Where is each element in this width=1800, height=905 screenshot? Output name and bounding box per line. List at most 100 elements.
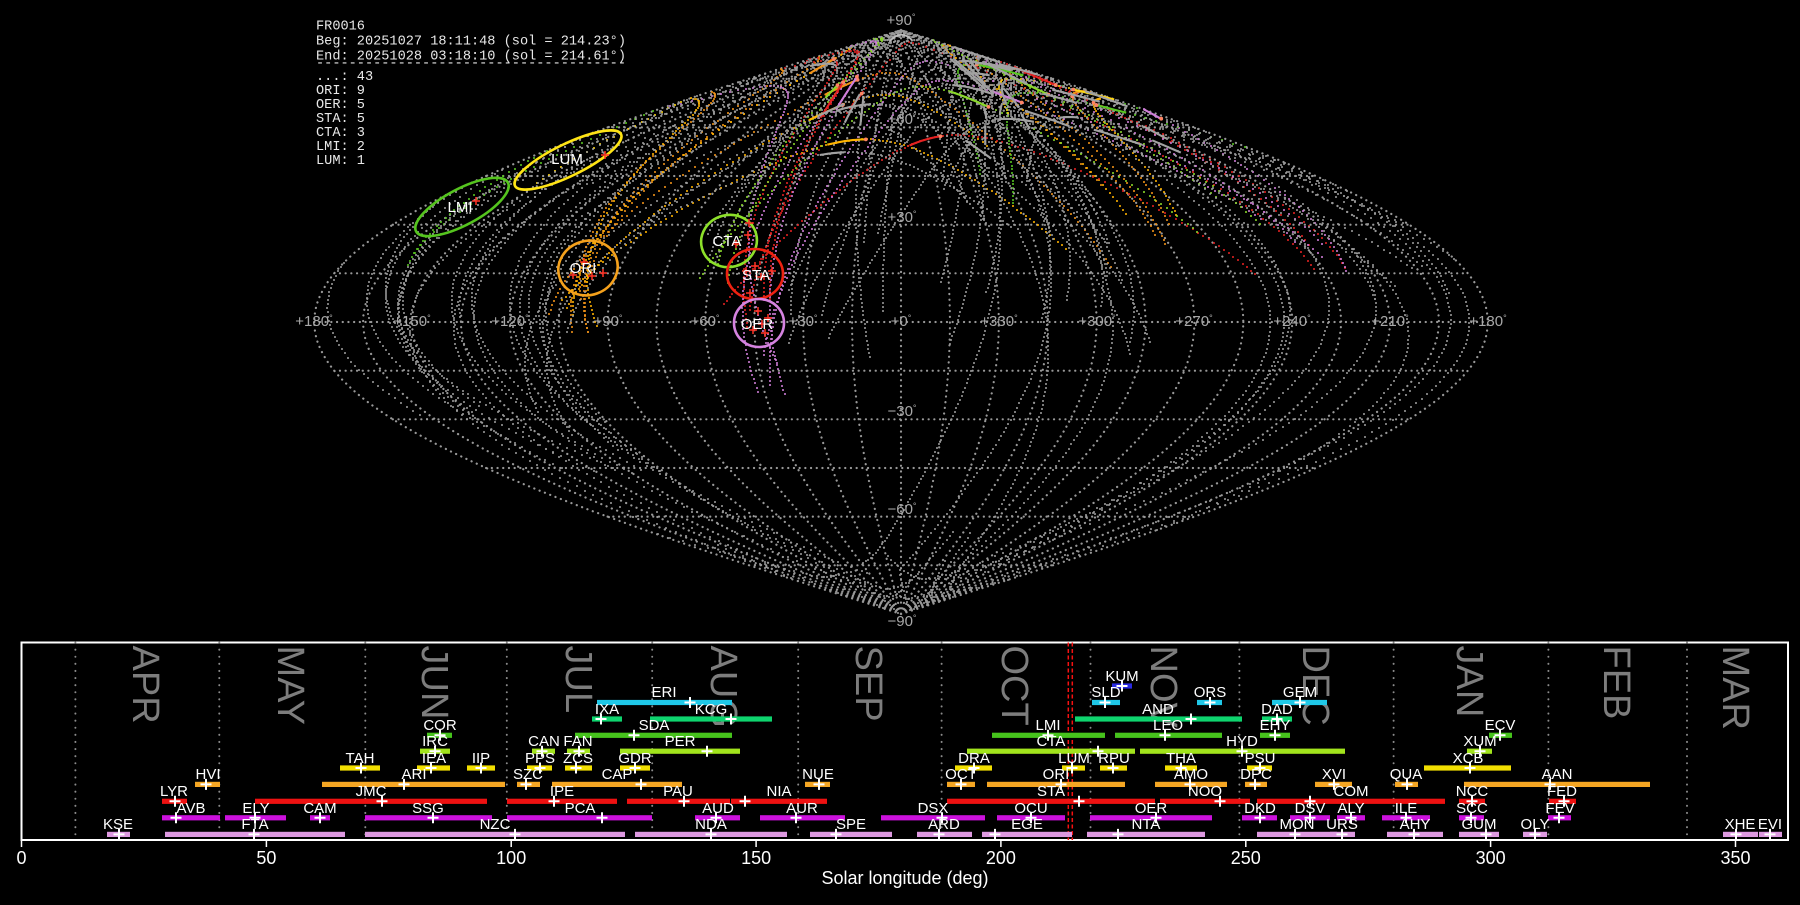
svg-text:AVB: AVB — [177, 800, 206, 817]
svg-text:DSX: DSX — [918, 800, 949, 817]
svg-text:ORI: 9: ORI: 9 — [316, 84, 365, 99]
svg-text:OCT: OCT — [993, 646, 1035, 726]
svg-text:LUM: LUM — [551, 151, 583, 168]
svg-text:DSV: DSV — [1295, 800, 1326, 817]
svg-text:IRC: IRC — [422, 733, 448, 750]
svg-text:IXA: IXA — [595, 701, 619, 718]
svg-text:ORS: ORS — [1194, 684, 1227, 701]
svg-text:FED: FED — [1547, 783, 1577, 800]
svg-text:ELY: ELY — [242, 800, 269, 817]
svg-text:EGE: EGE — [1011, 816, 1043, 833]
svg-text:XUM: XUM — [1463, 733, 1496, 750]
svg-text:150: 150 — [741, 848, 771, 868]
svg-text:SZC: SZC — [513, 766, 543, 783]
svg-text:JMC: JMC — [356, 783, 387, 800]
svg-text:MON: MON — [1280, 816, 1315, 833]
svg-text:AUR: AUR — [786, 800, 818, 817]
svg-text:CAN: CAN — [528, 733, 560, 750]
svg-text:ORI: ORI — [570, 260, 597, 277]
svg-text:HVI: HVI — [195, 766, 220, 783]
svg-text:GEM: GEM — [1283, 684, 1317, 701]
svg-text:KUM: KUM — [1105, 668, 1138, 685]
svg-text:OER: 5: OER: 5 — [316, 98, 365, 113]
svg-text:+120°: +120° — [491, 313, 529, 330]
svg-text:350: 350 — [1720, 848, 1750, 868]
svg-text:PPS: PPS — [525, 750, 555, 767]
svg-text:NTA: NTA — [1132, 816, 1161, 833]
svg-text:CTA: CTA — [713, 233, 742, 250]
svg-text:OER: OER — [1135, 800, 1168, 817]
svg-text:MAY: MAY — [269, 646, 311, 726]
svg-text:ARI: ARI — [401, 766, 426, 783]
svg-text:DAD: DAD — [1261, 701, 1293, 718]
svg-text:EHY: EHY — [1260, 717, 1291, 734]
svg-text:ECV: ECV — [1485, 717, 1516, 734]
svg-text:+150°: +150° — [393, 313, 431, 330]
svg-text:FAN: FAN — [563, 733, 592, 750]
svg-text:OCT: OCT — [945, 766, 977, 783]
svg-text:NDA: NDA — [695, 816, 727, 833]
svg-text:XVI: XVI — [1322, 766, 1346, 783]
svg-text:PCA: PCA — [565, 800, 596, 817]
svg-text:KSE: KSE — [103, 816, 133, 833]
svg-text:0: 0 — [16, 848, 26, 868]
svg-text:IIP: IIP — [472, 750, 490, 767]
svg-text:COM: COM — [1334, 783, 1369, 800]
svg-text:NOO: NOO — [1188, 783, 1222, 800]
svg-text:CTA: CTA — [1037, 733, 1066, 750]
svg-text:FEB: FEB — [1595, 646, 1637, 720]
svg-text:+90°: +90° — [886, 12, 915, 29]
svg-text:XHE: XHE — [1725, 816, 1756, 833]
svg-text:200: 200 — [986, 848, 1016, 868]
svg-text:Solar longitude (deg): Solar longitude (deg) — [821, 868, 988, 888]
svg-text:FEV: FEV — [1545, 800, 1574, 817]
svg-text:PER: PER — [665, 733, 696, 750]
svg-text:50: 50 — [256, 848, 276, 868]
svg-text:AMO: AMO — [1174, 766, 1208, 783]
svg-text:DRA: DRA — [958, 750, 990, 767]
svg-text:ARD: ARD — [928, 816, 960, 833]
svg-text:APR: APR — [124, 646, 166, 724]
svg-text:LUM: 1: LUM: 1 — [316, 154, 365, 169]
svg-text:LUM: LUM — [1058, 750, 1090, 767]
svg-text:+60°: +60° — [690, 313, 719, 330]
svg-text:URS: URS — [1326, 816, 1358, 833]
svg-text:STA: 5: STA: 5 — [316, 112, 365, 127]
svg-text:LMI: 2: LMI: 2 — [316, 140, 365, 155]
svg-text:AAN: AAN — [1542, 766, 1573, 783]
svg-text:CTA: 3: CTA: 3 — [316, 126, 365, 141]
svg-text:...: 43: ...: 43 — [316, 70, 373, 85]
svg-text:GDR: GDR — [618, 750, 652, 767]
svg-text:CAM: CAM — [303, 800, 336, 817]
svg-text:THA: THA — [1166, 750, 1196, 767]
svg-text:+210°: +210° — [1371, 313, 1409, 330]
svg-text:SLD: SLD — [1091, 684, 1120, 701]
svg-text:IEA: IEA — [422, 750, 446, 767]
svg-text:+90°: +90° — [593, 313, 622, 330]
svg-text:AND: AND — [1142, 701, 1174, 718]
svg-text:NIA: NIA — [766, 783, 791, 800]
svg-text:+240°: +240° — [1273, 313, 1311, 330]
svg-text:SCC: SCC — [1456, 800, 1488, 817]
svg-text:COR: COR — [423, 717, 457, 734]
svg-text:Beg: 20251027 18:11:48 (sol =: Beg: 20251027 18:11:48 (sol = 214.23°) — [316, 34, 626, 49]
svg-text:OER: OER — [741, 316, 774, 333]
svg-text:100: 100 — [496, 848, 526, 868]
svg-text:+300°: +300° — [1078, 313, 1116, 330]
svg-text:ORI: ORI — [1043, 766, 1070, 783]
svg-text:SPE: SPE — [836, 816, 866, 833]
svg-text:250: 250 — [1231, 848, 1261, 868]
svg-text:JUL: JUL — [557, 646, 599, 714]
svg-text:OLY: OLY — [1521, 816, 1550, 833]
svg-text:IPE: IPE — [550, 783, 574, 800]
svg-text:LEO: LEO — [1153, 717, 1183, 734]
svg-text:NUE: NUE — [802, 766, 834, 783]
svg-text:PSU: PSU — [1245, 750, 1276, 767]
svg-text:OCU: OCU — [1014, 800, 1047, 817]
svg-text:AHY: AHY — [1400, 816, 1431, 833]
svg-text:ERI: ERI — [651, 684, 676, 701]
svg-text:LMI: LMI — [447, 199, 472, 216]
svg-text:HYD: HYD — [1226, 733, 1258, 750]
svg-text:+270°: +270° — [1175, 313, 1213, 330]
svg-text:DPC: DPC — [1240, 766, 1272, 783]
